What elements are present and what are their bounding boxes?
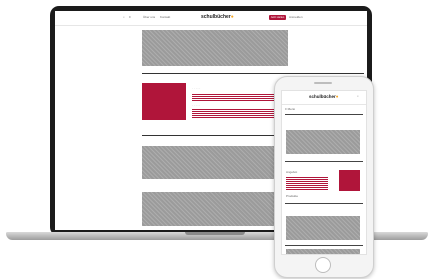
phone-header-divider <box>282 104 366 105</box>
menu-icon[interactable]: ≡ <box>129 16 131 19</box>
phone-divider-3 <box>285 203 363 204</box>
feature-caption: · · · · · <box>192 86 201 90</box>
nav-bar: ⌕ ≡ Über uns Kontakt schulbücher● Jetzt … <box>55 11 367 26</box>
phone-screen: schulbücher● ⌕ ≡ Menü Angebot Produkte <box>281 90 367 255</box>
feature-stripe-1 <box>192 93 282 101</box>
phone-divider-4 <box>285 245 363 246</box>
phone-feature-image <box>339 170 360 191</box>
nav-link-1[interactable]: Über uns <box>143 16 155 19</box>
site-logo[interactable]: schulbücher● <box>201 14 234 20</box>
section-divider-1 <box>142 73 364 74</box>
cta-button[interactable]: Jetzt starten <box>269 15 286 20</box>
laptop-notch <box>185 232 245 235</box>
phone-menu-label[interactable]: ≡ Menü <box>285 108 295 111</box>
phone-divider-1 <box>285 114 363 115</box>
phone-stripe <box>286 177 328 190</box>
phone-divider-2 <box>285 161 363 162</box>
hero-image-placeholder <box>142 30 288 66</box>
content-placeholder-1 <box>142 146 292 179</box>
phone-home-button[interactable] <box>315 257 331 273</box>
phone-section-label-2: Produkte <box>286 194 299 198</box>
phone-search-icon[interactable]: ⌕ <box>357 95 359 98</box>
feature-stripe-2 <box>192 108 282 118</box>
feature-image <box>142 83 186 120</box>
phone-logo[interactable]: schulbücher● <box>309 94 338 99</box>
feature-caption-2: · · · · · <box>192 103 201 107</box>
phone-placeholder-3 <box>286 249 360 254</box>
search-icon[interactable]: ⌕ <box>123 16 125 19</box>
account-link[interactable]: Anmelden <box>289 16 303 19</box>
phone-placeholder-2 <box>286 216 360 240</box>
phone-speaker <box>314 82 332 84</box>
phone-section-label-1: Angebot <box>286 170 298 174</box>
nav-link-2[interactable]: Kontakt <box>160 16 170 19</box>
content-placeholder-2 <box>142 192 292 226</box>
phone-placeholder-1 <box>286 130 360 154</box>
